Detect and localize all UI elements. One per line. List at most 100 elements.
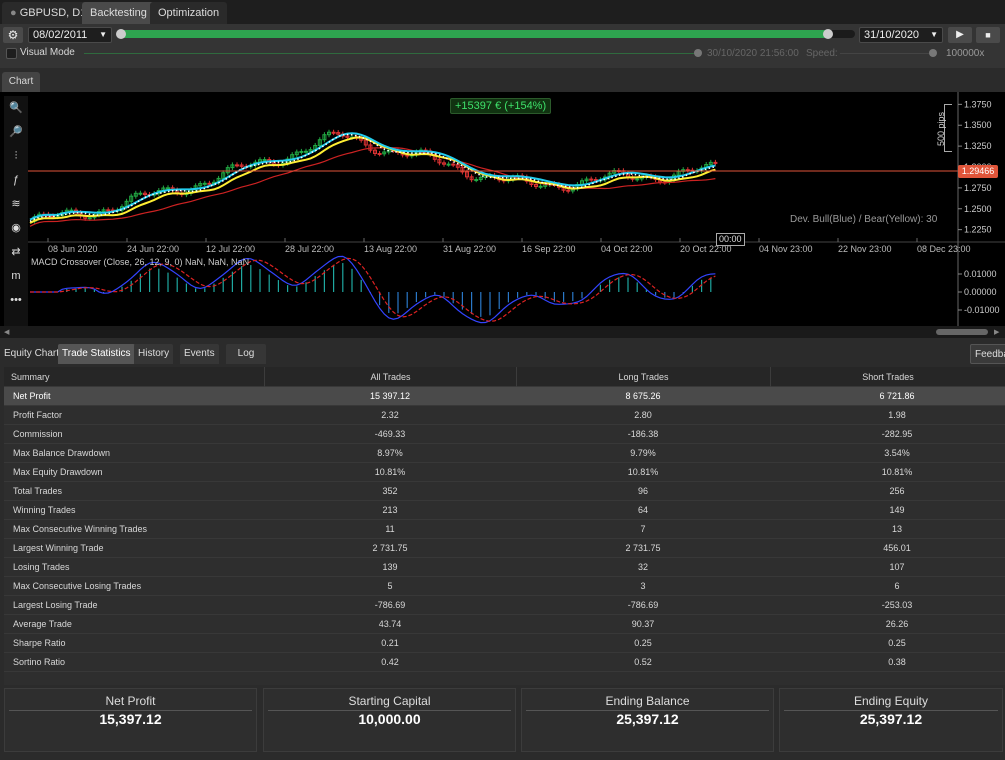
current-price-label: 1.29466 — [958, 165, 998, 178]
feedback-button[interactable]: Feedback — [970, 344, 1005, 364]
macd-label: MACD Crossover (Close, 26, 12, 9, 0) NaN… — [31, 257, 250, 267]
tab-equity-chart[interactable]: Equity Chart — [0, 344, 64, 364]
tab-symbol[interactable]: ● GBPUSD, D1 — [2, 2, 95, 24]
tab-trade-statistics[interactable]: Trade Statistics — [58, 344, 135, 364]
time-tick-label: 22 Nov 23:00 — [838, 244, 892, 254]
speed-track[interactable] — [840, 53, 930, 54]
card-title: Ending Balance — [526, 693, 769, 711]
visual-progress-handle[interactable] — [694, 49, 702, 57]
more-icon[interactable]: ••• — [8, 292, 24, 308]
zoom-in-icon[interactable]: 🔍 — [8, 100, 24, 116]
short-trades-value: 13 — [891, 524, 902, 534]
all-trades-value: 5 — [387, 581, 393, 591]
tab-log[interactable]: Log — [226, 344, 266, 364]
visual-timestamp: 30/10/2020 21:56:00 — [707, 48, 799, 59]
table-row[interactable]: Profit Factor 2.32 2.80 1.98 — [4, 406, 1005, 425]
settings-gear-icon[interactable]: ⚙ — [3, 27, 23, 43]
table-row[interactable]: Largest Winning Trade 2 731.75 2 731.75 456… — [4, 539, 1005, 558]
all-trades-value: -469.33 — [374, 429, 406, 439]
long-trades-value: 0.25 — [634, 638, 652, 648]
long-trades-value: 32 — [637, 562, 648, 572]
long-trades-value: 9.79% — [630, 448, 656, 458]
start-date-field[interactable]: 08/02/2011 ▼ — [28, 27, 112, 43]
header-long-trades: Long Trades — [516, 367, 770, 387]
row-label: Largest Winning Trade — [13, 543, 104, 553]
progress-fill — [120, 30, 828, 38]
layers-icon[interactable]: ≋ — [8, 196, 24, 212]
visual-mode-checkbox[interactable] — [6, 48, 17, 59]
eye-icon[interactable]: ◉ — [8, 220, 24, 236]
all-trades-value: 352 — [382, 486, 398, 496]
row-label: Commission — [13, 429, 63, 439]
tab-history[interactable]: History — [134, 344, 174, 364]
table-row[interactable]: Largest Losing Trade -786.69 -786.69 -253.0… — [4, 596, 1005, 615]
visual-progress-line — [84, 53, 696, 54]
tab-chart[interactable]: Chart — [2, 72, 40, 92]
table-row[interactable]: Max Consecutive Winning Trades 11 7 13 — [4, 520, 1005, 539]
card-value: 25,397.12 — [616, 711, 679, 727]
short-trades-value: 107 — [889, 562, 905, 572]
results-tabs: Equity Chart Trade Statistics History Ev… — [0, 340, 1005, 366]
table-row[interactable]: Max Consecutive Losing Trades 5 3 6 — [4, 577, 1005, 596]
table-row[interactable]: Average Trade 43.74 90.37 26.26 — [4, 615, 1005, 634]
progress-track[interactable] — [120, 30, 855, 38]
bull-band-line — [29, 132, 716, 221]
speed-handle[interactable] — [929, 49, 937, 57]
tab-optimization[interactable]: Optimization — [150, 2, 228, 24]
end-slider-handle[interactable] — [823, 29, 833, 39]
start-slider-handle[interactable] — [116, 29, 126, 39]
tab-events[interactable]: Events — [180, 344, 219, 364]
table-row[interactable]: Net Profit 15 397.12 8 675.26 6 721.86 — [4, 387, 1005, 406]
table-row[interactable]: Max Balance Drawdown 8.97% 9.79% 3.54% — [4, 444, 1005, 463]
card-title: Starting Capital — [268, 693, 511, 711]
backtest-controls: ⚙ 08/02/2011 ▼ 31/10/2020 ▼ ▶ ■ Visual Mod… — [0, 24, 1005, 68]
slow-ma-line — [29, 147, 716, 227]
measure-icon[interactable]: m — [8, 268, 24, 284]
short-trades-value: -282.95 — [881, 429, 913, 439]
trade-statistics-table: Summary All Trades Long Trades Short Tra… — [4, 367, 1005, 685]
table-row[interactable]: Winning Trades 213 64 149 — [4, 501, 1005, 520]
table-row[interactable]: Sharpe Ratio 0.21 0.25 0.25 — [4, 634, 1005, 653]
scroll-right-icon[interactable]: ▶ — [994, 328, 999, 336]
chart-type-icon[interactable]: ⫶ — [8, 148, 24, 164]
end-date-field[interactable]: 31/10/2020 ▼ — [859, 27, 943, 43]
table-row[interactable]: Commission -469.33 -186.38 -282.95 — [4, 425, 1005, 444]
table-row[interactable]: Losing Trades 139 32 107 — [4, 558, 1005, 577]
card-title: Net Profit — [9, 693, 252, 711]
zoom-out-icon[interactable]: 🔎 — [8, 124, 24, 140]
short-trades-value: 456.01 — [883, 543, 911, 553]
stop-button[interactable]: ■ — [976, 27, 1000, 43]
table-row[interactable]: Total Trades 352 96 256 — [4, 482, 1005, 501]
scroll-left-icon[interactable]: ◀ — [4, 328, 9, 336]
scroll-thumb[interactable] — [936, 329, 988, 335]
row-label: Max Equity Drawdown — [13, 467, 103, 477]
candle-body — [299, 150, 304, 153]
end-date-value: 31/10/2020 — [864, 29, 920, 41]
time-tick-label: 24 Jun 22:00 — [127, 244, 179, 254]
scale-indicator: 500 pips — [936, 104, 958, 154]
play-button[interactable]: ▶ — [948, 27, 972, 43]
chevron-down-icon: ▼ — [930, 30, 938, 39]
tab-backtesting[interactable]: Backtesting — [82, 2, 155, 24]
chart-scrollbar[interactable]: ◀ ▶ — [0, 326, 1005, 338]
long-trades-value: 8 675.26 — [625, 391, 661, 401]
long-trades-value: 10.81% — [627, 467, 659, 477]
candle-body — [377, 152, 382, 155]
time-tick-label: 13 Aug 22:00 — [364, 244, 417, 254]
card-title: Ending Equity — [784, 693, 998, 711]
table-row[interactable]: Sortino Ratio 0.42 0.52 0.38 — [4, 653, 1005, 672]
time-tick-label: 04 Oct 22:00 — [601, 244, 653, 254]
candle-body — [138, 192, 143, 195]
all-trades-value: -786.69 — [374, 600, 406, 610]
indicators-icon[interactable]: ƒ — [8, 172, 24, 188]
time-tick-label: 31 Aug 22:00 — [443, 244, 496, 254]
short-trades-value: 6 — [894, 581, 900, 591]
time-tick-label: 16 Sep 22:00 — [522, 244, 576, 254]
trade-icon[interactable]: ⇄ — [8, 244, 24, 260]
card-value: 15,397.12 — [99, 711, 162, 727]
all-trades-value: 2.32 — [381, 410, 399, 420]
time-tick-label: 08 Jun 2020 — [48, 244, 98, 254]
time-tick-label: 12 Jul 22:00 — [206, 244, 255, 254]
macd-tick-label: 0.01000 — [964, 269, 997, 279]
table-row[interactable]: Max Equity Drawdown 10.81% 10.81% 10.81% — [4, 463, 1005, 482]
